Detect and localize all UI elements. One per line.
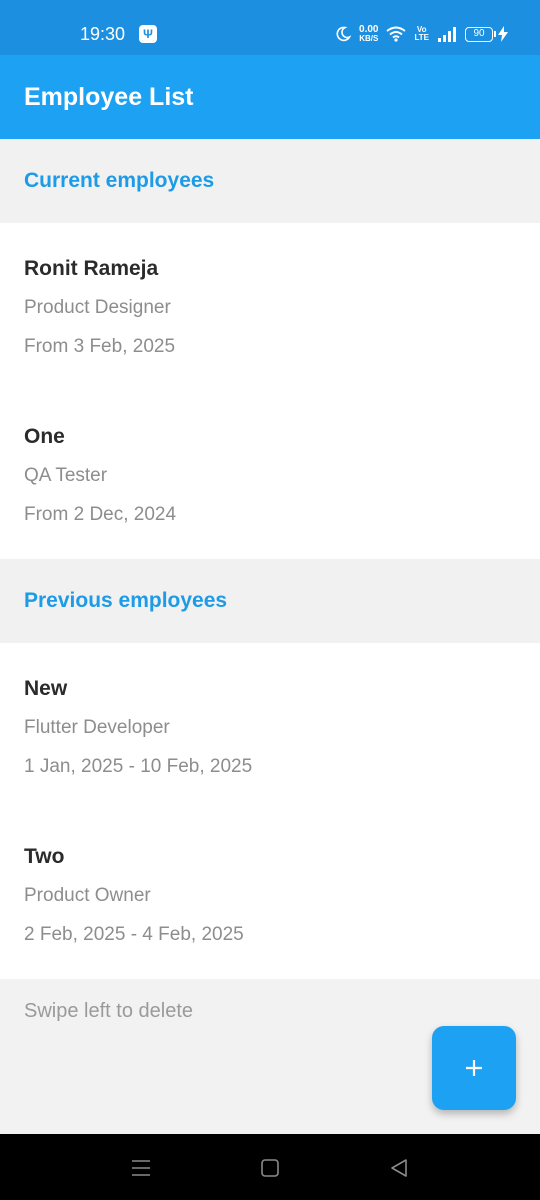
square-icon[interactable] [259, 1157, 281, 1179]
moon-icon [336, 26, 352, 42]
employee-role: Flutter Developer [24, 717, 170, 738]
page-title: Employee List [24, 83, 194, 111]
battery-tip [494, 31, 496, 37]
menu-icon[interactable] [130, 1157, 152, 1179]
usb-icon: Ψ [139, 25, 157, 43]
employee-date: 2 Feb, 2025 - 4 Feb, 2025 [24, 924, 244, 945]
signal-icon [438, 27, 456, 42]
employee-date: 1 Jan, 2025 - 10 Feb, 2025 [24, 756, 253, 777]
current-employees-list: Ronit Rameja Product Designer From 3 Feb… [0, 223, 540, 559]
employee-date: From 2 Dec, 2024 [24, 504, 177, 525]
section-title-previous: Previous employees [24, 589, 228, 612]
status-time: 19:30 [80, 24, 126, 44]
employee-role: QA Tester [24, 465, 108, 486]
add-employee-button[interactable] [432, 1026, 516, 1110]
section-header-current: Current employees [0, 139, 540, 223]
app-bar: Employee List [0, 55, 540, 139]
wifi-icon [386, 26, 407, 42]
swipe-hint: Swipe left to delete [24, 1000, 193, 1022]
net-speed: 0.00 KB/S [359, 24, 379, 44]
employee-name: Ronit Rameja [24, 257, 159, 280]
employee-role: Product Owner [24, 885, 151, 906]
system-nav-bar [0, 1134, 540, 1200]
employee-role: Product Designer [24, 297, 171, 318]
net-speed-unit: KB/S [359, 34, 379, 43]
section-header-previous: Previous employees [0, 559, 540, 643]
volte-indicator: Vo LTE [414, 26, 429, 42]
status-bar: 19:30 Ψ 0.00 KB/S Vo LTE 90 [0, 0, 540, 55]
previous-employees-list: New Flutter Developer 1 Jan, 2025 - 10 F… [0, 643, 540, 979]
plus-icon [466, 1060, 482, 1076]
employee-name: New [24, 677, 68, 700]
net-speed-value: 0.00 [359, 24, 379, 35]
battery-level: 90 [465, 26, 493, 42]
volte-bottom: LTE [414, 33, 429, 42]
battery-indicator: 90 [465, 26, 508, 42]
status-icons: 0.00 KB/S Vo LTE 90 [335, 22, 508, 46]
back-triangle-icon[interactable] [388, 1157, 410, 1179]
employee-name: One [24, 425, 65, 448]
employee-name: Two [24, 845, 65, 868]
charging-bolt-icon [498, 26, 508, 42]
employee-date: From 3 Feb, 2025 [24, 336, 176, 357]
section-title-current: Current employees [24, 169, 215, 192]
